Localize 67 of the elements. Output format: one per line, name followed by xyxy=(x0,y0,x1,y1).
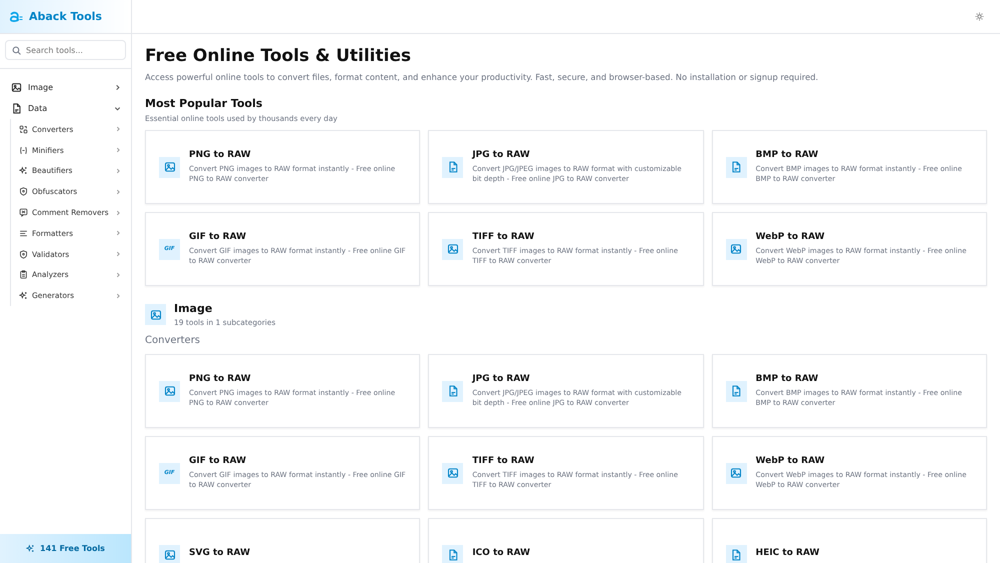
chevron-right-icon xyxy=(115,230,121,236)
chevron-down-icon xyxy=(114,105,121,112)
sun-icon[interactable] xyxy=(975,12,984,21)
tool-title: JPG to RAW xyxy=(472,150,531,160)
file-icon xyxy=(730,549,742,561)
tool-title: BMP to RAW xyxy=(756,374,820,384)
tool-title: TIFF to RAW xyxy=(472,232,536,242)
sparkle-icon xyxy=(26,544,36,553)
tool-title: TIFF to RAW xyxy=(472,456,536,466)
sparkle-icon xyxy=(19,291,28,300)
image-icon xyxy=(446,243,459,255)
file-icon xyxy=(446,549,459,561)
shield-icon xyxy=(19,187,28,196)
image-icon xyxy=(446,467,459,479)
shield-icon xyxy=(19,250,28,259)
page-title: Free Online Tools & Utilities xyxy=(145,46,412,66)
tool-title: PNG to RAW xyxy=(189,374,252,384)
search-icon xyxy=(12,46,21,54)
file-icon xyxy=(730,161,742,173)
section-title: Most Popular Tools xyxy=(145,97,264,110)
image-icon xyxy=(730,467,742,479)
image-icon xyxy=(730,243,742,255)
chevron-right-icon xyxy=(115,210,121,216)
image-icon xyxy=(164,385,176,397)
chevron-right-icon xyxy=(115,126,121,132)
chevron-right-icon xyxy=(115,147,121,154)
lines-icon xyxy=(19,228,28,238)
tool-title: ICO to RAW xyxy=(472,548,530,558)
chevron-right-icon xyxy=(114,84,121,91)
tool-title: BMP to RAW xyxy=(756,150,820,160)
chevron-right-icon xyxy=(115,188,121,195)
chevron-right-icon xyxy=(115,251,121,258)
sidebar-item[interactable]: Data xyxy=(6,98,125,119)
tools-count: 141 Free Tools xyxy=(40,544,105,553)
clipboard-icon xyxy=(19,270,28,280)
brand-name[interactable]: Aback Tools xyxy=(29,10,102,23)
sidebar-item[interactable]: Image xyxy=(6,77,125,98)
tool-title: HEIC to RAW xyxy=(756,548,820,558)
image-icon xyxy=(164,549,176,561)
image-icon xyxy=(11,82,22,93)
convert-icon xyxy=(19,124,28,134)
tool-title: JPG to RAW xyxy=(472,374,531,384)
image-icon xyxy=(150,308,162,320)
tool-card[interactable]: ICO to RAW xyxy=(428,518,704,563)
chevron-right-icon xyxy=(115,272,121,278)
tool-title: PNG to RAW xyxy=(189,150,252,160)
file-icon xyxy=(11,103,22,114)
tool-title: SVG to RAW xyxy=(189,548,250,558)
file-icon xyxy=(446,385,459,397)
category-title: Image xyxy=(174,302,214,315)
chevron-right-icon xyxy=(115,168,121,174)
tool-card[interactable]: HEIC to RAW xyxy=(712,518,987,563)
subcategory-title: Converters xyxy=(145,335,202,346)
page-subtitle: Access powerful online tools to convert files, format content, and enhance your productivity. Fast, secure, and browser-based. No installation or signup required. xyxy=(145,72,820,82)
search-field[interactable]: Search tools... xyxy=(5,40,126,60)
tool-title: WebP to RAW xyxy=(756,456,826,466)
sparkle-icon xyxy=(19,166,28,176)
tool-card[interactable]: SVG to RAW xyxy=(145,518,420,563)
brackets-icon xyxy=(19,146,28,155)
chevron-right-icon xyxy=(115,292,121,299)
image-icon xyxy=(164,161,176,173)
file-icon xyxy=(730,385,742,397)
file-icon xyxy=(446,161,459,173)
comment-icon xyxy=(19,208,28,218)
tool-title: GIF to RAW xyxy=(189,232,248,242)
tool-title: WebP to RAW xyxy=(756,232,826,242)
tool-title: GIF to RAW xyxy=(189,456,248,466)
